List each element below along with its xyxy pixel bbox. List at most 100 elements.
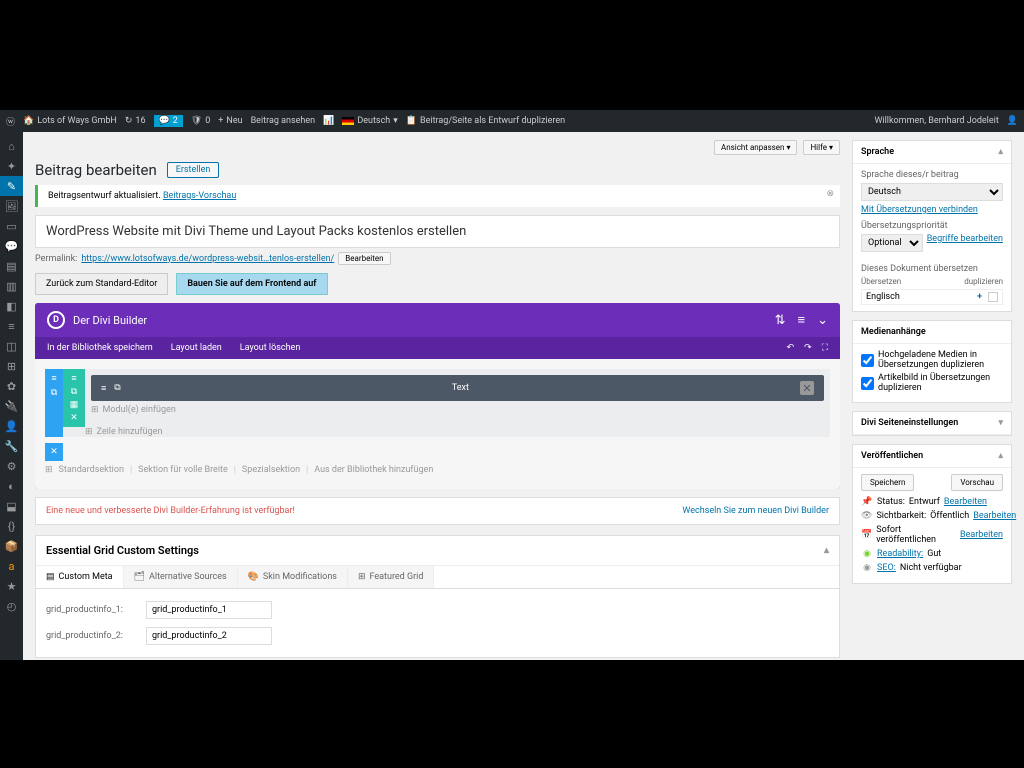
frontend-builder-button[interactable]: Bauen Sie auf dem Frontend auf (176, 273, 327, 295)
add-fullwidth-section[interactable]: Sektion für volle Breite (138, 465, 228, 475)
nav-posts[interactable]: ✎ (0, 176, 23, 196)
media-checkbox-2[interactable] (861, 377, 874, 390)
collapse-icon[interactable]: ▴ (998, 147, 1003, 157)
section-close[interactable]: ✕ (45, 443, 63, 461)
comments-count[interactable]: 💬 2 (154, 115, 183, 127)
nav-item[interactable]: ⊞ (0, 356, 23, 376)
add-from-library[interactable]: Aus der Bibliothek hinzufügen (314, 465, 433, 475)
readability-link[interactable]: Readability: (877, 549, 923, 559)
edit-terms-link[interactable]: Begriffe bearbeiten (927, 234, 1003, 256)
text-module[interactable]: ≡ ⧉ Text ✕ (91, 375, 824, 401)
updates-count[interactable]: ↻ 16 (125, 116, 146, 126)
edit-schedule-link[interactable]: Bearbeiten (960, 530, 1003, 540)
view-post[interactable]: Beitrag ansehen (251, 116, 316, 126)
switch-builder-link[interactable]: Wechseln Sie zum neuen Divi Builder (682, 506, 829, 516)
save-library-tab[interactable]: In der Bibliothek speichern (47, 343, 153, 353)
duplicate-post[interactable]: 📋 Beitrag/Seite als Entwurf duplizieren (406, 116, 565, 126)
nav-plugins[interactable]: 🔌 (0, 396, 23, 416)
add-translation-icon[interactable]: + (977, 292, 982, 302)
nav-dashboard[interactable]: ⌂ (0, 136, 23, 156)
permalink-edit-button[interactable]: Bearbeiten (338, 252, 390, 265)
columns-icon[interactable]: ▦ (70, 400, 79, 410)
connect-translations-link[interactable]: Mit Übersetzungen verbinden (861, 205, 978, 215)
nav-item[interactable]: ◫ (0, 336, 23, 356)
grid-input-1[interactable] (146, 601, 272, 619)
tab-skin-mods[interactable]: 🎨 Skin Modifications (238, 566, 348, 588)
welcome-user[interactable]: Willkommen, Bernhard Jodeleit (874, 116, 998, 126)
stats-icon[interactable]: 📊 (323, 116, 334, 126)
sort-icon[interactable]: ⇅ (775, 313, 786, 328)
undo-icon[interactable]: ↶ (787, 343, 795, 353)
standard-editor-button[interactable]: Zurück zum Standard-Editor (35, 273, 168, 295)
grid-input-2[interactable] (146, 627, 272, 645)
edit-status-link[interactable]: Bearbeiten (944, 497, 987, 507)
add-module[interactable]: ⊞ Modul(e) einfügen (91, 405, 824, 415)
pending-count[interactable]: 🛡 0 (191, 116, 211, 126)
clone-icon[interactable]: ⧉ (71, 387, 77, 397)
clear-layout-tab[interactable]: Layout löschen (240, 343, 301, 353)
drag-icon[interactable]: ≡ (71, 373, 76, 384)
nav-item[interactable]: ≡ (0, 316, 23, 336)
new-content[interactable]: + Neu (218, 116, 242, 126)
priority-select[interactable]: Optional (861, 234, 923, 252)
expand-icon[interactable]: ▾ (998, 418, 1003, 428)
nav-item[interactable]: ⬓ (0, 496, 23, 516)
permalink-url[interactable]: https://www.lotsofways.de/wordpress-webs… (81, 254, 334, 264)
tab-alt-sources[interactable]: 🗂 Alternative Sources (124, 566, 238, 588)
nav-item[interactable]: ▤ (0, 256, 23, 276)
nav-users[interactable]: 👤 (0, 416, 23, 436)
nav-item[interactable]: ◐ (0, 476, 23, 496)
screen-options-button[interactable]: Ansicht anpassen ▾ (714, 140, 797, 155)
tab-custom-meta[interactable]: ▤ Custom Meta (36, 566, 124, 588)
nav-item[interactable]: ▥ (0, 276, 23, 296)
nav-jetpack[interactable]: ✦ (0, 156, 23, 176)
nav-tools[interactable]: 🔧 (0, 436, 23, 456)
seo-link[interactable]: SEO: (877, 563, 896, 573)
plus-icon[interactable]: ⊞ (45, 465, 53, 475)
preview-link[interactable]: Beitrags-Vorschau (163, 191, 236, 201)
collapse-icon[interactable]: ▴ (824, 545, 829, 556)
tab-featured-grid[interactable]: ⊞ Featured Grid (348, 566, 435, 588)
clone-icon[interactable]: ⧉ (51, 388, 57, 398)
nav-item[interactable]: 📦 (0, 536, 23, 556)
menu-icon[interactable]: ≡ (798, 312, 806, 328)
section-handle[interactable]: ≡ ⧉ (45, 369, 63, 437)
wp-logo-icon[interactable]: ⓦ (6, 115, 15, 128)
load-layout-tab[interactable]: Layout laden (171, 343, 222, 353)
media-checkbox-1[interactable] (861, 354, 874, 367)
duplicate-checkbox[interactable] (988, 292, 998, 302)
nav-item[interactable]: ▭ (0, 216, 23, 236)
nav-item[interactable]: ◴ (0, 596, 23, 616)
add-special-section[interactable]: Spezialsektion (242, 465, 300, 475)
nav-item[interactable]: {} (0, 516, 23, 536)
dismiss-icon[interactable]: ⊗ (826, 189, 834, 199)
save-draft-button[interactable]: Speichern (861, 474, 914, 491)
expand-icon[interactable]: ⛶ (822, 343, 828, 353)
site-name[interactable]: 🏠 Lots of Ways GmbH (23, 116, 117, 126)
help-button[interactable]: Hilfe ▾ (803, 140, 840, 155)
post-title-box[interactable]: WordPress Website mit Divi Theme und Lay… (35, 215, 840, 248)
nav-item[interactable]: ◧ (0, 296, 23, 316)
nav-media[interactable]: 🖼 (0, 196, 23, 216)
close-icon[interactable]: ✕ (50, 447, 58, 457)
close-icon[interactable]: ✕ (800, 381, 814, 395)
drag-icon[interactable]: ≡ (101, 383, 106, 394)
collapse-icon[interactable]: ▴ (998, 451, 1003, 461)
drag-icon[interactable]: ≡ (51, 373, 56, 384)
add-standard-section[interactable]: Standardsektion (59, 465, 124, 475)
add-row[interactable]: ⊞ Zeile hinzufügen (85, 427, 830, 437)
nav-item[interactable]: a (0, 556, 23, 576)
edit-visibility-link[interactable]: Bearbeiten (973, 511, 1016, 521)
chevron-down-icon[interactable]: ⌄ (817, 313, 828, 328)
language-switch[interactable]: Deutsch ▾ (342, 116, 397, 126)
nav-appearance[interactable]: ✿ (0, 376, 23, 396)
avatar-icon[interactable]: 👤 (1007, 116, 1018, 126)
preview-button[interactable]: Vorschau (951, 474, 1003, 491)
nav-comments[interactable]: 💬 (0, 236, 23, 256)
close-icon[interactable]: ✕ (70, 413, 78, 423)
redo-icon[interactable]: ↷ (804, 343, 812, 353)
nav-settings[interactable]: ⚙ (0, 456, 23, 476)
create-button[interactable]: Erstellen (167, 162, 220, 178)
nav-item[interactable]: ★ (0, 576, 23, 596)
language-select[interactable]: Deutsch (861, 183, 1003, 201)
